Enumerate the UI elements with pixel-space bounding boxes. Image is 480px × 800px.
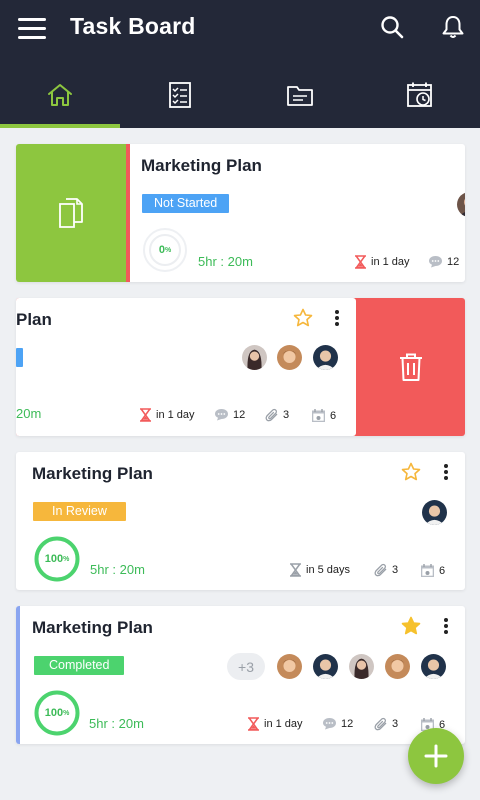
attachments-meta: 3 — [374, 563, 398, 577]
star-icon[interactable] — [401, 462, 421, 482]
avatar — [456, 191, 465, 218]
comments-meta: 12 — [322, 717, 353, 730]
task-title: Marketing Plan — [32, 464, 153, 483]
due-text: in 1 day — [156, 409, 195, 421]
comments-meta: 12 — [428, 255, 459, 268]
attachments-meta: 3 — [265, 408, 289, 422]
task-title: Plan — [16, 310, 52, 329]
status-badge: Not Started — [142, 194, 230, 213]
due-meta: in 1 day — [139, 408, 195, 422]
app-bar: Task Board — [0, 0, 480, 128]
due-meta: in 1 day — [247, 717, 303, 731]
comments-meta: 12 — [214, 408, 245, 421]
progress-value: 100 — [44, 553, 64, 565]
task-card[interactable]: Plan 20m in 1 day 12 3 6 — [16, 298, 465, 436]
attachment-count: 3 — [392, 718, 399, 730]
home-icon — [48, 84, 72, 106]
star-icon[interactable] — [401, 616, 421, 636]
task-card[interactable]: Marketing Plan Not Started 0% 5hr : 20m … — [16, 144, 465, 282]
add-task-button[interactable] — [408, 728, 464, 784]
page-title: Task Board — [70, 13, 196, 39]
time-spent: 5hr : 20m — [89, 716, 144, 731]
attachment-count: 3 — [392, 564, 399, 576]
avatar — [421, 499, 448, 526]
due-meta: in 1 day — [354, 255, 410, 269]
calendar-icon — [312, 409, 325, 422]
checklist-icon — [169, 82, 191, 108]
tab-calendar[interactable] — [360, 62, 480, 128]
comment-count: 12 — [341, 717, 354, 730]
comment-icon — [215, 409, 228, 421]
more-options-icon[interactable] — [441, 616, 451, 636]
due-meta: in 5 days — [289, 563, 350, 577]
status-badge: In Review — [33, 502, 126, 521]
avatar — [312, 344, 339, 371]
time-spent: 5hr : 20m — [198, 254, 253, 269]
progress-ring: 0% — [142, 227, 188, 273]
star-icon[interactable] — [293, 308, 313, 328]
priority-stripe — [126, 144, 130, 282]
plus-icon — [424, 744, 448, 768]
status-badge: Completed — [34, 656, 125, 675]
comment-count: 12 — [233, 408, 246, 421]
hourglass-icon — [355, 255, 366, 269]
hourglass-icon — [248, 717, 259, 731]
more-options-icon[interactable] — [441, 462, 451, 482]
tab-home[interactable] — [0, 62, 120, 128]
menu-icon[interactable] — [18, 16, 48, 40]
task-card[interactable]: Marketing Plan In Review 100% 5hr : 20m … — [16, 452, 465, 590]
avatar — [312, 653, 339, 680]
avatar — [276, 344, 303, 371]
avatar — [384, 653, 411, 680]
events-meta: 6 — [311, 408, 336, 423]
tab-bar — [0, 62, 480, 128]
events-meta: 6 — [420, 563, 445, 578]
due-text: in 5 days — [306, 564, 351, 576]
more-options-icon[interactable] — [332, 308, 342, 328]
hourglass-icon — [290, 563, 301, 577]
duplicate-icon — [59, 198, 83, 228]
attachment-count: 3 — [283, 409, 290, 421]
calendar-icon — [421, 564, 434, 577]
avatar — [276, 653, 303, 680]
card-content: Plan 20m in 1 day 12 3 6 — [16, 298, 356, 436]
paperclip-icon — [265, 408, 278, 422]
avatar — [241, 344, 268, 371]
progress-value: 100 — [44, 707, 64, 719]
trash-icon — [399, 353, 422, 381]
event-count: 6 — [439, 564, 446, 577]
progress-ring: 100% — [34, 690, 80, 736]
folder-icon — [287, 86, 313, 106]
task-title: Marketing Plan — [32, 618, 153, 637]
hourglass-icon — [140, 408, 151, 422]
event-count: 6 — [330, 409, 337, 422]
priority-stripe — [16, 606, 20, 744]
comment-count: 12 — [447, 255, 460, 268]
more-members-chip[interactable]: +3 — [227, 653, 265, 680]
task-title: Marketing Plan — [141, 156, 262, 175]
delete-action[interactable] — [356, 298, 465, 436]
avatar — [420, 653, 447, 680]
tab-checklist[interactable] — [120, 62, 240, 128]
status-badge — [16, 348, 23, 367]
duplicate-action[interactable] — [16, 144, 126, 282]
due-text: in 1 day — [264, 718, 303, 730]
paperclip-icon — [374, 563, 387, 577]
task-card[interactable]: Marketing Plan Completed +3 100% 5hr : 2… — [16, 606, 465, 744]
active-tab-indicator — [0, 124, 120, 128]
calendar-clock-icon — [407, 82, 432, 107]
due-text: in 1 day — [371, 256, 410, 268]
bell-icon[interactable] — [440, 14, 466, 40]
tab-files[interactable] — [240, 62, 360, 128]
comment-icon — [429, 256, 442, 268]
paperclip-icon — [374, 717, 387, 731]
search-icon[interactable] — [379, 14, 405, 40]
time-spent: 5hr : 20m — [90, 562, 145, 577]
attachments-meta: 3 — [374, 717, 398, 731]
progress-ring: 100% — [34, 536, 80, 582]
time-spent: 20m — [16, 406, 42, 421]
comment-icon — [323, 718, 336, 730]
avatar — [348, 653, 375, 680]
